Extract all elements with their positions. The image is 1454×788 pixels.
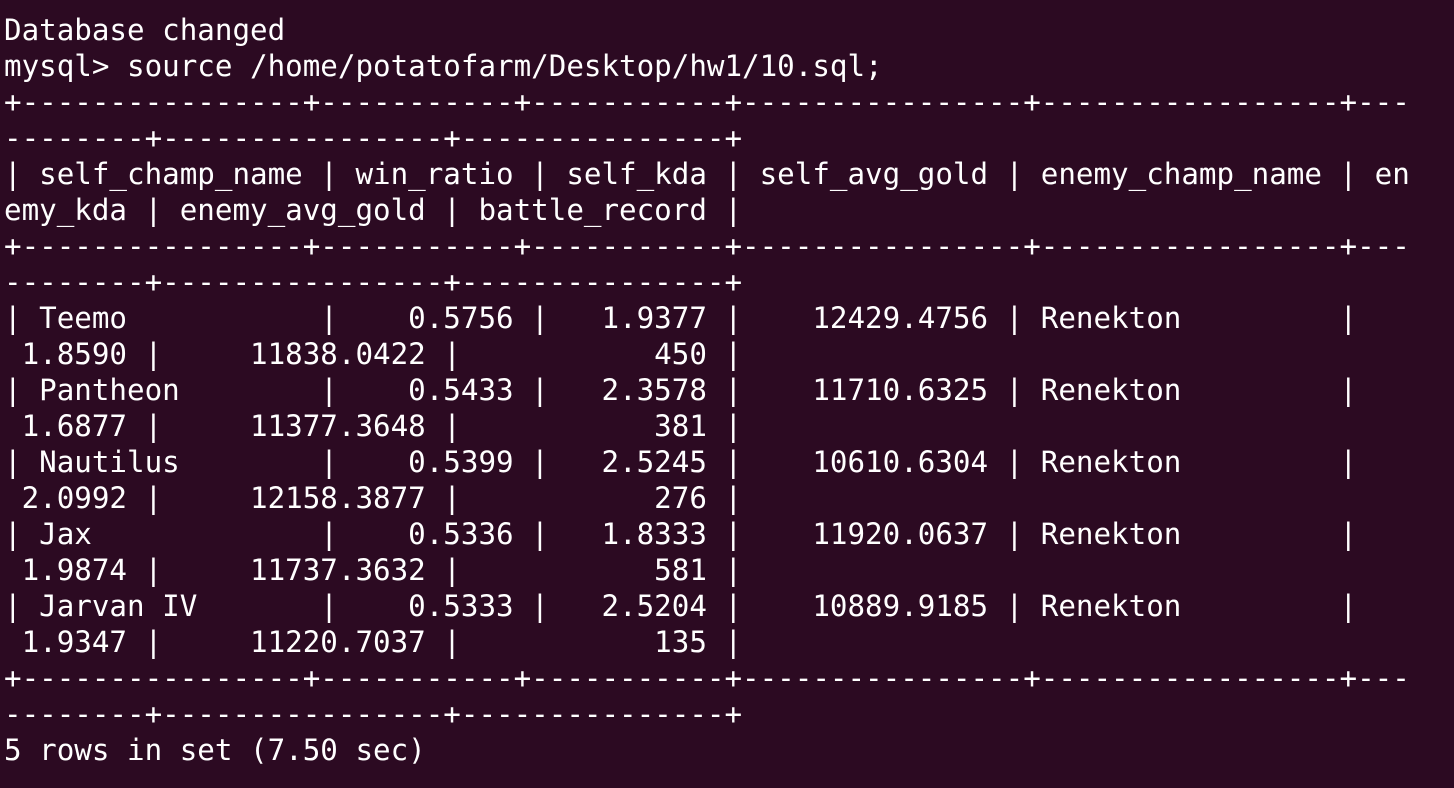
table-row: | Jax | 0.5336 | 1.8333 | 11920.0637 | R… [4, 517, 1358, 551]
table-border-bottom-wrap: --------+----------------+--------------… [4, 697, 743, 731]
table-row-wrap: 1.6877 | 11377.3648 | 381 | [4, 409, 743, 443]
table-border-header: +----------------+-----------+----------… [4, 229, 1410, 263]
table-row-wrap: 1.9874 | 11737.3632 | 581 | [4, 553, 743, 587]
table-header-wrap: emy_kda | enemy_avg_gold | battle_record… [4, 193, 743, 227]
table-header: | self_champ_name | win_ratio | self_kda… [4, 157, 1410, 191]
table-border-header-wrap: --------+----------------+--------------… [4, 265, 743, 299]
result-summary: 5 rows in set (7.50 sec) [4, 733, 426, 767]
table-row: | Pantheon | 0.5433 | 2.3578 | 11710.632… [4, 373, 1358, 407]
table-row-wrap: 2.0992 | 12158.3877 | 276 | [4, 481, 743, 515]
status-message: Database changed [4, 13, 286, 47]
table-row-wrap: 1.8590 | 11838.0422 | 450 | [4, 337, 743, 371]
table-row-wrap: 1.9347 | 11220.7037 | 135 | [4, 625, 743, 659]
table-border-top: +----------------+-----------+----------… [4, 85, 1410, 119]
table-row: | Jarvan IV | 0.5333 | 2.5204 | 10889.91… [4, 589, 1358, 623]
table-row: | Teemo | 0.5756 | 1.9377 | 12429.4756 |… [4, 301, 1358, 335]
command-line: mysql> source /home/potatofarm/Desktop/h… [4, 49, 883, 83]
terminal-window[interactable]: Database changed mysql> source /home/pot… [0, 0, 1454, 788]
table-border-bottom: +----------------+-----------+----------… [4, 661, 1410, 695]
table-row: | Nautilus | 0.5399 | 2.5245 | 10610.630… [4, 445, 1358, 479]
table-border-top-wrap: --------+----------------+--------------… [4, 121, 743, 155]
